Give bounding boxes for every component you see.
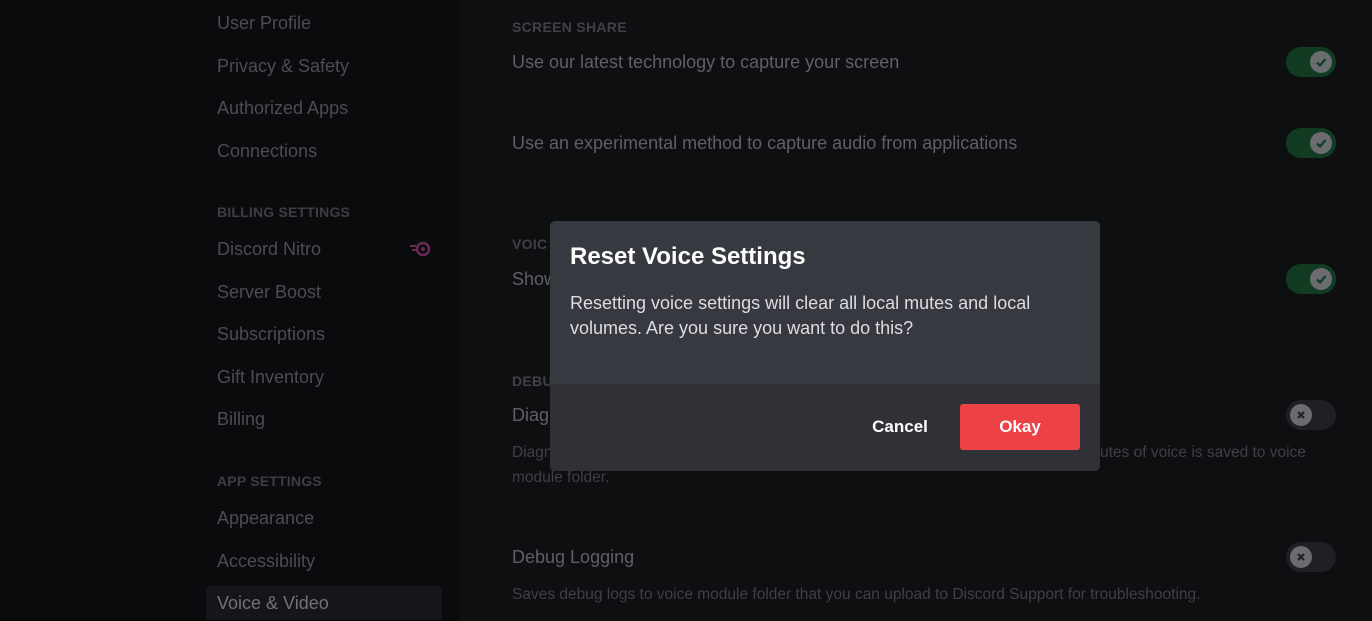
modal-title: Reset Voice Settings [570, 243, 806, 270]
modal-body: Resetting voice settings will clear all … [570, 293, 1031, 338]
okay-button[interactable]: Okay [960, 404, 1080, 450]
reset-voice-settings-modal: Reset Voice Settings Resetting voice set… [550, 221, 1100, 471]
cancel-button[interactable]: Cancel [856, 404, 944, 450]
modal-footer: Cancel Okay [550, 384, 1100, 471]
settings-window: User Profile Privacy & Safety Authorized… [0, 0, 1372, 621]
